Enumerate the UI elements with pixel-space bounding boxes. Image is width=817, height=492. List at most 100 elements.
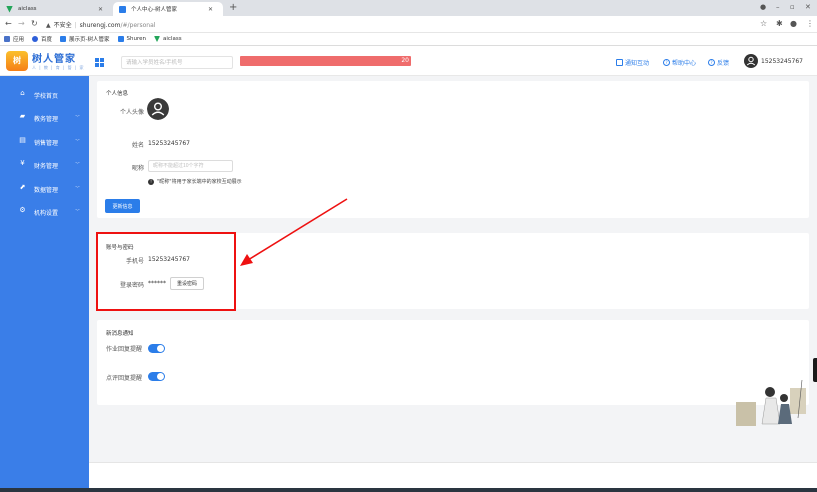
tab-title: aiclass <box>18 6 37 12</box>
shuren-icon <box>60 36 67 42</box>
browser-tab-personal[interactable]: 个人中心-树人管家 ✕ <box>113 2 223 16</box>
window-close-icon[interactable]: ✕ <box>805 3 811 11</box>
highlight-box <box>96 232 236 311</box>
progress-value: 20 <box>401 57 409 64</box>
nickname-label: 昵称 <box>131 165 144 172</box>
hint-text: "昵称"将用于家长端中的家校互动展示 <box>157 179 242 185</box>
baidu-icon <box>32 36 39 42</box>
notify-link[interactable]: 通知互动 <box>616 58 649 67</box>
homework-reply-toggle[interactable] <box>148 344 165 353</box>
extension-icon[interactable]: ✱ <box>776 19 783 28</box>
help-link[interactable]: ? 帮助中心 <box>663 58 696 67</box>
user-menu[interactable]: 15253245767 <box>744 54 803 68</box>
chevron-down-icon: ﹀ <box>75 209 81 215</box>
chevron-down-icon: ﹀ <box>75 115 81 121</box>
sidebar-item-sales[interactable]: ▤ 销售管理 ﹀ <box>0 132 89 152</box>
username: 15253245767 <box>761 57 803 65</box>
notification-card <box>97 320 809 405</box>
bookmark-label: 应用 <box>13 37 25 43</box>
shuren-favicon-icon <box>119 5 126 13</box>
forward-icon[interactable]: → <box>18 19 25 28</box>
bookmark-aiclass[interactable]: aiclass <box>154 36 182 42</box>
book-icon: ▰ <box>19 112 26 120</box>
feedback-icon: ? <box>708 59 715 66</box>
new-tab-icon[interactable]: + <box>229 2 237 13</box>
document-icon: ▤ <box>19 136 26 144</box>
bookmarks-bar: 应用 百度 展示页-树人管家 Shuren aiclass <box>0 33 817 46</box>
profile-dot-icon[interactable]: ● <box>760 3 766 11</box>
shuren-icon <box>117 36 124 42</box>
nickname-hint: ! "昵称"将用于家长端中的家校互动展示 <box>148 178 242 185</box>
tab-title: 个人中心-树人管家 <box>131 7 177 13</box>
avatar-label: 个人头像 <box>119 109 144 116</box>
url-path: /#/personal <box>120 22 156 29</box>
brand-name: 树人管家 <box>32 54 76 65</box>
bookmark-showcase[interactable]: 展示页-树人管家 <box>60 35 110 43</box>
bookmark-shuren[interactable]: Shuren <box>117 36 147 42</box>
avatar[interactable] <box>147 98 169 120</box>
account-icon[interactable]: ● <box>790 19 797 28</box>
sidebar-item-data[interactable]: ⬈ 数据管理 ﹀ <box>0 179 89 199</box>
progress-bar: 20 <box>240 56 411 66</box>
toggle-knob <box>157 373 164 380</box>
bookmark-apps[interactable]: 应用 <box>4 35 24 43</box>
browser-tab-aiclass[interactable]: aiclass ✕ <box>0 2 113 16</box>
chevron-down-icon: ﹀ <box>75 186 81 192</box>
bookmark-baidu[interactable]: 百度 <box>32 35 52 43</box>
brand-subtitle: 人 | 教 | 育 | 管 | 家 <box>32 65 85 70</box>
name-label: 姓名 <box>131 142 144 149</box>
nickname-input[interactable] <box>148 160 233 172</box>
back-icon[interactable]: ← <box>5 19 12 28</box>
side-widget-tab[interactable] <box>813 358 817 382</box>
search-input[interactable] <box>121 56 233 69</box>
sidebar-item-label: 财务管理 <box>34 163 59 170</box>
comment-reply-toggle[interactable] <box>148 372 165 381</box>
bookmark-label: 展示页-树人管家 <box>69 37 110 43</box>
url-field[interactable]: ▲ 不安全 | shurengj.com/#/personal <box>46 20 155 29</box>
url-domain: shurengj.com <box>79 22 121 29</box>
browser-tabbar: aiclass ✕ 个人中心-树人管家 ✕ + ● – ▫ ✕ <box>0 0 817 16</box>
name-value: 15253245767 <box>148 140 190 147</box>
personal-info-title: 个人信息 <box>106 91 129 97</box>
chevron-down-icon: ﹀ <box>75 162 81 168</box>
sidebar-item-finance[interactable]: ¥ 财务管理 ﹀ <box>0 155 89 175</box>
personal-info-card <box>97 81 809 218</box>
notify-label: 通知互动 <box>625 60 650 67</box>
sidebar-item-academic[interactable]: ▰ 教务管理 ﹀ <box>0 108 89 128</box>
minimize-icon[interactable]: – <box>776 3 780 11</box>
close-icon[interactable]: ✕ <box>208 6 213 13</box>
menu-icon[interactable]: ⋮ <box>806 19 814 28</box>
close-icon[interactable]: ✕ <box>98 6 103 13</box>
chevron-down-icon: ﹀ <box>75 139 81 145</box>
gear-icon: ⚙ <box>19 206 26 214</box>
message-icon <box>616 59 623 66</box>
reload-icon[interactable]: ↻ <box>31 19 38 28</box>
taskbar <box>0 488 817 492</box>
aiclass-icon <box>154 36 161 42</box>
comment-reply-label: 点评回复提醒 <box>106 375 143 382</box>
yen-icon: ¥ <box>20 159 25 167</box>
sidebar: ⌂ 学校首页 ▰ 教务管理 ﹀ ▤ 销售管理 ﹀ ¥ 财务管理 ﹀ ⬈ 数据管理… <box>0 76 89 492</box>
annotation-arrow-icon <box>240 198 348 266</box>
logo-mark-icon: 树 <box>6 50 28 71</box>
app-grid-icon[interactable] <box>95 58 104 67</box>
sidebar-item-label: 销售管理 <box>34 140 59 147</box>
update-info-button[interactable]: 更新信息 <box>105 199 140 213</box>
security-label: 不安全 <box>53 22 72 29</box>
home-icon: ⌂ <box>20 89 25 97</box>
feedback-link[interactable]: ? 反馈 <box>708 58 729 67</box>
address-bar: ← → ↻ ▲ 不安全 | shurengj.com/#/personal ☆ ✱ ●… <box>0 16 817 33</box>
user-avatar-icon <box>744 54 758 68</box>
decorative-illustration <box>736 379 806 426</box>
logo[interactable]: 树 树人管家 人 | 教 | 育 | 管 | 家 <box>6 50 85 71</box>
sidebar-item-label: 数据管理 <box>34 187 59 194</box>
star-icon[interactable]: ☆ <box>760 19 767 28</box>
toggle-knob <box>157 345 164 352</box>
homework-reply-label: 作业回复提醒 <box>106 346 143 353</box>
sidebar-item-home[interactable]: ⌂ 学校首页 <box>0 85 89 105</box>
warning-icon: ▲ <box>46 22 51 29</box>
bookmark-label: Shuren <box>126 36 147 42</box>
sidebar-item-settings[interactable]: ⚙ 机构设置 ﹀ <box>0 202 89 222</box>
maximize-icon[interactable]: ▫ <box>790 3 795 11</box>
sidebar-item-label: 学校首页 <box>34 93 59 100</box>
